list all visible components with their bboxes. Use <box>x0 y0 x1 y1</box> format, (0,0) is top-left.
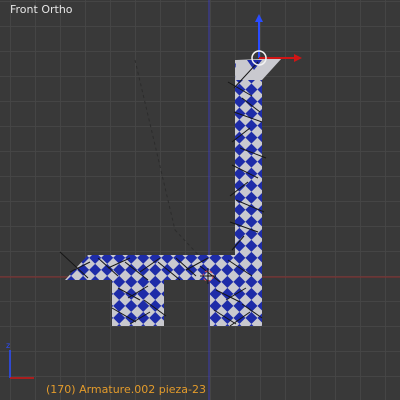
mesh-column[interactable] <box>235 60 262 265</box>
axis-orientation-icon: z <box>6 341 34 379</box>
parent-relation-lines <box>134 59 206 263</box>
checkered-mesh[interactable] <box>65 58 282 326</box>
scene-canvas[interactable]: z <box>0 0 400 400</box>
mesh-horizontal-bar[interactable] <box>65 255 262 280</box>
mesh-right-block[interactable] <box>210 278 262 326</box>
view-name-label: Front Ortho <box>10 3 73 16</box>
3d-viewport[interactable]: z Front Ortho (170) Armature.002 pieza-2… <box>0 0 400 400</box>
transform-manipulator-icon[interactable] <box>251 14 302 66</box>
svg-text:z: z <box>6 341 10 350</box>
active-object-status: (170) Armature.002 pieza-23 <box>46 383 206 396</box>
